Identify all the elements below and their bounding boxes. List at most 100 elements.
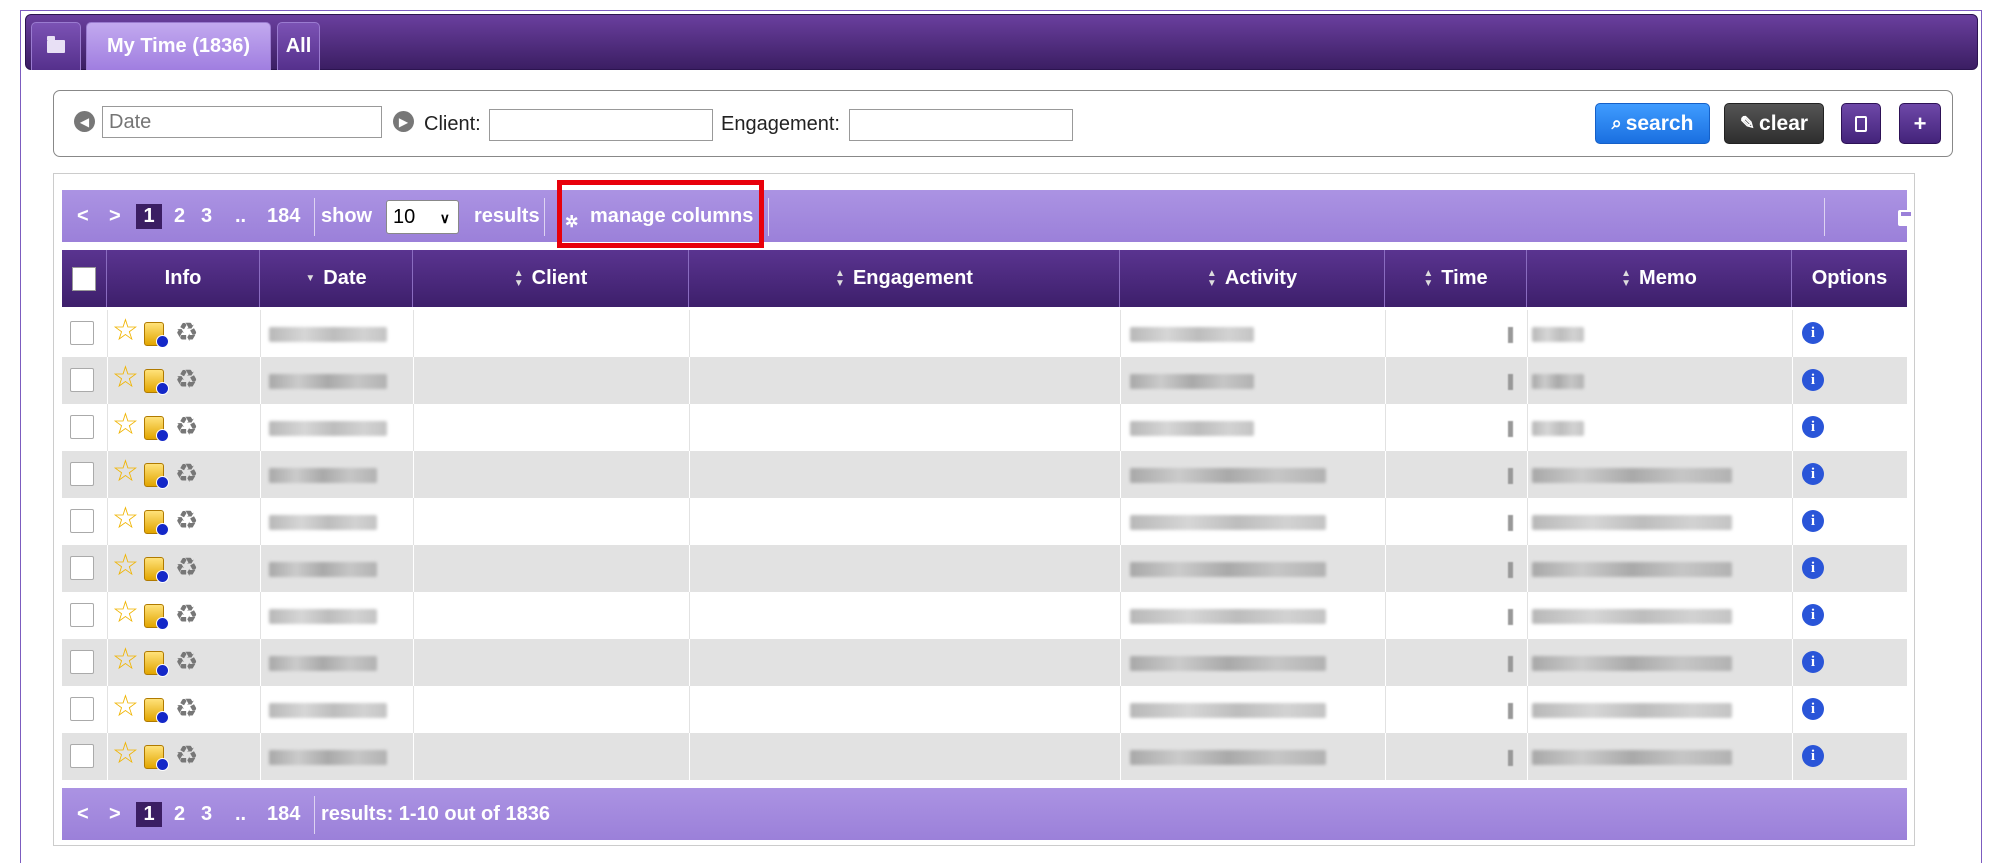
date-prev-icon[interactable]: ◀ xyxy=(74,111,95,132)
row-checkbox[interactable] xyxy=(70,603,94,627)
table-row[interactable]: ☆ ♻ i xyxy=(62,498,1907,545)
column-divider xyxy=(1120,310,1121,357)
column-divider xyxy=(1120,592,1121,639)
date-cell xyxy=(269,421,387,436)
favorite-star-icon[interactable]: ☆ xyxy=(112,316,139,346)
column-header-engagement[interactable]: ▲ ▼ Engagement xyxy=(689,250,1120,307)
info-icon[interactable]: i xyxy=(1802,510,1824,532)
tab-folder[interactable] xyxy=(31,22,81,70)
recurring-icon[interactable]: ♻ xyxy=(175,318,198,346)
column-divider xyxy=(1792,545,1793,592)
column-header-time[interactable]: ▲ ▼ Time xyxy=(1385,250,1527,307)
column-header-label: Activity xyxy=(1224,267,1298,289)
column-header-info: Info xyxy=(107,250,260,307)
search-button[interactable]: ⌕ search xyxy=(1595,103,1710,144)
info-icon[interactable]: i xyxy=(1802,322,1824,344)
engagement-label: Engagement: xyxy=(721,113,840,135)
row-checkbox[interactable] xyxy=(70,415,94,439)
select-all-checkbox[interactable] xyxy=(72,266,96,291)
pager-page[interactable]: 3 xyxy=(201,803,212,826)
column-header-client[interactable]: ▲ ▼ Client xyxy=(413,250,689,307)
recurring-icon[interactable]: ♻ xyxy=(175,694,198,722)
info-icon[interactable]: i xyxy=(1802,698,1824,720)
memo-cell xyxy=(1532,374,1584,389)
table-row[interactable]: ☆ ♻ i xyxy=(62,404,1907,451)
row-checkbox[interactable] xyxy=(70,321,94,345)
row-checkbox[interactable] xyxy=(70,509,94,533)
table-row[interactable]: ☆ ♻ i xyxy=(62,545,1907,592)
column-header-activity[interactable]: ▲ ▼ Activity xyxy=(1120,250,1385,307)
favorite-star-icon[interactable]: ☆ xyxy=(112,410,139,440)
info-icon[interactable]: i xyxy=(1802,604,1824,626)
row-checkbox[interactable] xyxy=(70,462,94,486)
pager-last-page[interactable]: 184 xyxy=(267,803,300,826)
pager-next[interactable]: > xyxy=(109,205,121,228)
favorite-star-icon[interactable]: ☆ xyxy=(112,504,139,534)
info-icon[interactable]: i xyxy=(1802,463,1824,485)
table-row[interactable]: ☆ ♻ i xyxy=(62,686,1907,733)
pager-page[interactable]: 2 xyxy=(174,205,185,228)
recurring-icon[interactable]: ♻ xyxy=(175,553,198,581)
recurring-icon[interactable]: ♻ xyxy=(175,647,198,675)
info-icon[interactable]: i xyxy=(1802,369,1824,391)
recurring-icon[interactable]: ♻ xyxy=(175,459,198,487)
favorite-star-icon[interactable]: ☆ xyxy=(112,645,139,675)
date-next-icon[interactable]: ▶ xyxy=(393,111,414,132)
pager-prev[interactable]: < xyxy=(77,803,89,826)
column-divider xyxy=(689,733,690,780)
save-icon[interactable] xyxy=(1898,210,1914,226)
recurring-icon[interactable]: ♻ xyxy=(175,412,198,440)
recurring-icon[interactable]: ♻ xyxy=(175,506,198,534)
favorite-star-icon[interactable]: ☆ xyxy=(112,551,139,581)
pager-prev[interactable]: < xyxy=(77,205,89,228)
column-header-memo[interactable]: ▲ ▼ Memo xyxy=(1527,250,1792,307)
recurring-icon[interactable]: ♻ xyxy=(175,600,198,628)
info-icon[interactable]: i xyxy=(1802,745,1824,767)
column-header-date[interactable]: ▼ Date xyxy=(260,250,413,307)
table-row[interactable]: ☆ ♻ i xyxy=(62,733,1907,780)
row-checkbox[interactable] xyxy=(70,556,94,580)
tab-my-time[interactable]: My Time (1836) xyxy=(86,22,271,70)
date-input[interactable] xyxy=(102,106,382,138)
info-icon[interactable]: i xyxy=(1802,651,1824,673)
clipboard-button[interactable] xyxy=(1841,103,1881,144)
add-entry-button[interactable]: + xyxy=(1899,103,1941,144)
favorite-star-icon[interactable]: ☆ xyxy=(112,739,139,769)
info-icon[interactable]: i xyxy=(1802,557,1824,579)
page-size-select[interactable]: 10 ∨ xyxy=(386,200,459,234)
favorite-star-icon[interactable]: ☆ xyxy=(112,363,139,393)
table-row[interactable]: ☆ ♻ i xyxy=(62,639,1907,686)
client-input[interactable] xyxy=(489,109,713,141)
row-checkbox[interactable] xyxy=(70,744,94,768)
pager-divider xyxy=(544,198,545,236)
row-checkbox[interactable] xyxy=(70,368,94,392)
pager-page-current[interactable]: 1 xyxy=(136,204,162,229)
table-row[interactable]: ☆ ♻ i xyxy=(62,357,1907,404)
memo-cell xyxy=(1532,515,1732,530)
recurring-icon[interactable]: ♻ xyxy=(175,741,198,769)
row-checkbox[interactable] xyxy=(70,697,94,721)
clear-button[interactable]: ✎ clear xyxy=(1724,103,1824,144)
table-row[interactable]: ☆ ♻ i xyxy=(62,451,1907,498)
info-icon[interactable]: i xyxy=(1802,416,1824,438)
tab-all[interactable]: All xyxy=(277,22,320,70)
table-row[interactable]: ☆ ♻ i xyxy=(62,592,1907,639)
select-all-header[interactable] xyxy=(62,250,107,307)
favorite-star-icon[interactable]: ☆ xyxy=(112,692,139,722)
pager-page[interactable]: 2 xyxy=(174,803,185,826)
column-divider xyxy=(1792,404,1793,451)
table-row[interactable]: ☆ ♻ i xyxy=(62,310,1907,357)
favorite-star-icon[interactable]: ☆ xyxy=(112,457,139,487)
pager-page-current[interactable]: 1 xyxy=(136,802,162,827)
row-checkbox[interactable] xyxy=(70,650,94,674)
time-cell xyxy=(1508,515,1513,531)
column-divider xyxy=(260,357,261,404)
engagement-input[interactable] xyxy=(849,109,1073,141)
recurring-icon[interactable]: ♻ xyxy=(175,365,198,393)
pager-last-page[interactable]: 184 xyxy=(267,205,300,228)
favorite-star-icon[interactable]: ☆ xyxy=(112,598,139,628)
column-divider xyxy=(413,357,414,404)
pager-page[interactable]: 3 xyxy=(201,205,212,228)
pager-next[interactable]: > xyxy=(109,803,121,826)
refresh-icon[interactable]: ⟳ xyxy=(1930,205,1947,230)
